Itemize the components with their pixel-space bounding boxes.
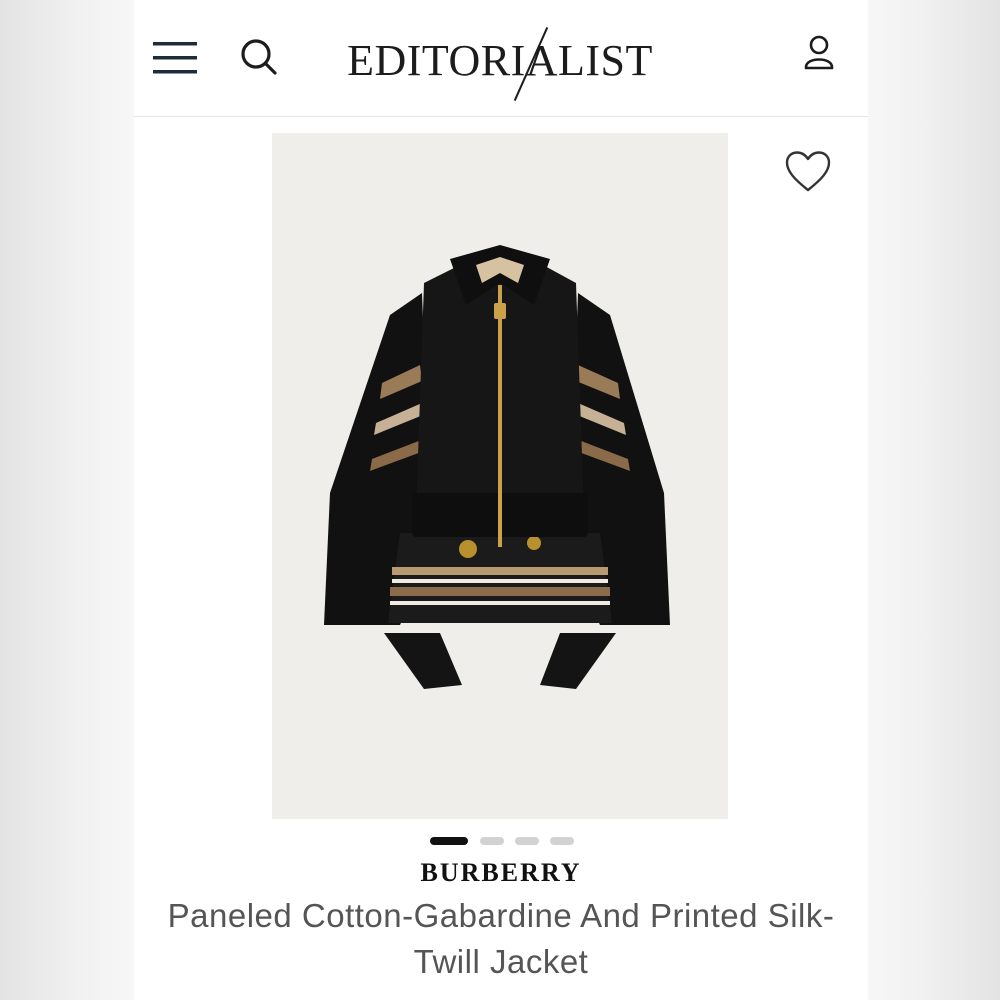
carousel-dot-2[interactable] xyxy=(480,837,504,845)
product-card: EDITORIALIST BURBERRY Paneled Cotton-Gab… xyxy=(134,0,868,1000)
product-brand[interactable]: BURBERRY xyxy=(134,856,868,890)
image-carousel-dots xyxy=(430,835,580,847)
carousel-dot-3[interactable] xyxy=(515,837,539,845)
site-logo[interactable]: EDITORIALIST xyxy=(334,27,666,101)
user-account-icon[interactable] xyxy=(800,34,838,74)
carousel-dot-4[interactable] xyxy=(550,837,574,845)
hamburger-menu-icon[interactable] xyxy=(152,40,198,76)
carousel-dot-1[interactable] xyxy=(430,837,468,845)
jacket-illustration xyxy=(324,245,670,689)
logo-text: EDITORIALIST xyxy=(347,36,653,85)
search-icon[interactable] xyxy=(238,36,280,78)
product-title: Paneled Cotton-Gabardine And Printed Sil… xyxy=(167,897,835,980)
product-image[interactable] xyxy=(272,133,728,819)
top-navigation-bar: EDITORIALIST xyxy=(134,0,868,117)
wishlist-heart-icon[interactable] xyxy=(784,150,832,194)
